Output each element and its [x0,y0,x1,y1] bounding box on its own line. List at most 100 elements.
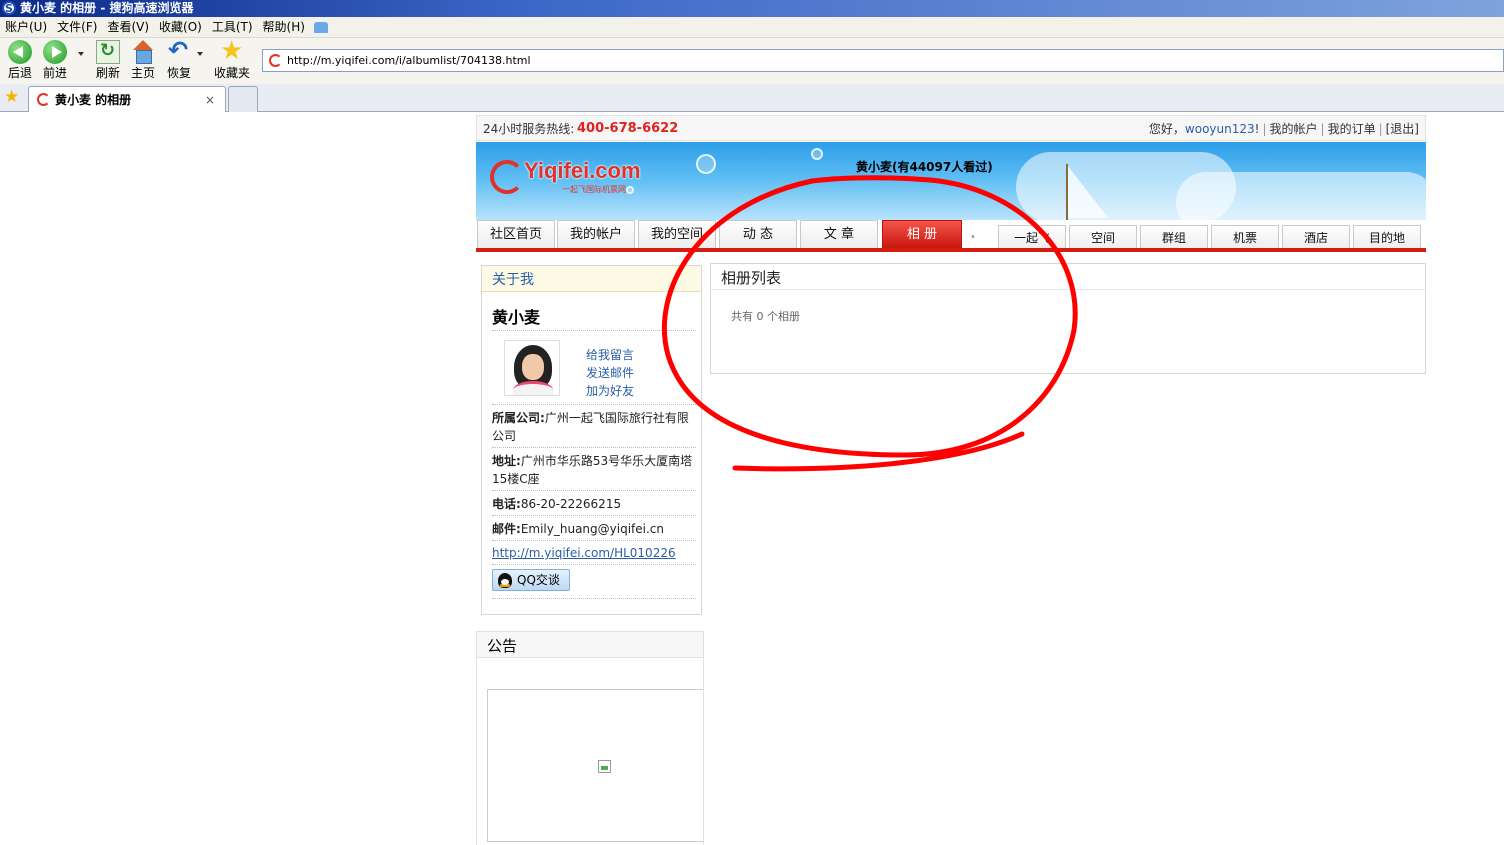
home-label: 主页 [130,66,155,80]
nav-destinations[interactable]: 目的地 [1353,225,1421,248]
nav-red-bar [476,248,1426,252]
window-titlebar: 黄小麦 的相册 - 搜狗高速浏览器 [0,0,1504,17]
web-page: 24小时服务热线: 400-678-6622 您好，wooyun123! | 我的帐… [476,115,1426,845]
back-button[interactable]: 后退 [6,40,34,80]
menu-account[interactable]: 账户(U) [0,17,52,38]
divider [492,330,696,331]
nav-albums[interactable]: 相 册 [882,220,962,248]
site-banner: Yiqifei.com 一起飞国际机票网 黄小麦(有44097人看过) [476,142,1426,220]
undo-icon [167,36,191,64]
space-title: 黄小麦(有44097人看过) [856,160,993,174]
qq-penguin-icon [498,573,512,588]
new-tab-button[interactable] [228,86,258,112]
album-list-panel: 相册列表 共有 0 个相册 [710,263,1426,374]
nav-community-home[interactable]: 社区首页 [477,220,555,248]
top-info-bar: 24小时服务热线: 400-678-6622 您好，wooyun123! | 我的帐… [476,115,1426,141]
divider [492,404,696,405]
avatar-face [522,354,544,380]
nav-my-account[interactable]: 我的帐户 [557,220,635,248]
broken-image-icon [598,760,611,773]
address-label: 地址: [492,454,521,468]
divider [492,564,696,565]
banner-bubble [626,186,634,194]
refresh-button[interactable]: 刷新 [94,40,122,80]
nav-activity[interactable]: 动 态 [719,220,797,248]
tab-favicon-icon [37,93,50,106]
qq-chat-button[interactable]: QQ交谈 [492,569,570,591]
banner-bubble [811,148,823,160]
skin-icon[interactable] [313,22,328,33]
site-favicon-icon [269,54,282,67]
nav-my-space[interactable]: 我的空间 [638,220,716,248]
back-arrow-icon [8,40,32,64]
phone-info: 电话:86-20-22266215 [492,495,698,513]
tab-close-icon[interactable]: × [205,87,215,113]
home-icon [131,40,155,64]
url-text[interactable]: http://m.yiqifei.com/i/albumlist/704138.… [287,50,531,71]
notice-panel: 公告 [476,631,704,845]
sogou-browser-icon [2,0,16,17]
forward-dropdown-icon[interactable] [78,52,84,56]
refresh-label: 刷新 [95,66,120,80]
logo-subtitle: 一起飞国际机票网 [562,185,626,194]
favorites-button[interactable]: 收藏夹 [212,36,252,80]
address-bar[interactable]: http://m.yiqifei.com/i/albumlist/704138.… [262,49,1504,72]
home-button[interactable]: 主页 [129,40,157,80]
add-friend-link[interactable]: 加为好友 [586,382,634,400]
forward-label: 前进 [42,66,67,80]
my-orders-link[interactable]: 我的订单 [1328,122,1376,136]
favorites-star-icon[interactable]: ★ [4,88,19,106]
divider [492,598,696,599]
menu-bar: 账户(U) 文件(F) 查看(V) 收藏(O) 工具(T) 帮助(H) [0,17,1504,38]
leave-message-link[interactable]: 给我留言 [586,346,634,364]
qq-chat-label: QQ交谈 [517,573,560,587]
hotline-number: 400-678-6622 [577,121,679,136]
divider [492,515,696,516]
nav-separator: • [970,232,976,243]
nav-yiqifei[interactable]: 一起飞 [998,225,1066,248]
about-heading: 关于我 [482,266,701,292]
phone-value: 86-20-22266215 [520,497,622,511]
yiqifei-logo-icon [490,160,524,194]
nav-space[interactable]: 空间 [1069,225,1137,248]
username-link[interactable]: wooyun123 [1185,122,1255,136]
my-account-link[interactable]: 我的帐户 [1270,122,1318,136]
nav-articles[interactable]: 文 章 [800,220,878,248]
nav-flights[interactable]: 机票 [1211,225,1279,248]
restore-dropdown-icon[interactable] [197,52,203,56]
forward-button[interactable]: 前进 [41,40,69,80]
nav-hotels[interactable]: 酒店 [1282,225,1350,248]
banner-bubble [696,154,716,174]
email-value: Emily_huang@yiqifei.cn [520,522,664,536]
refresh-icon [96,40,120,64]
menu-view[interactable]: 查看(V) [102,17,154,38]
boat-sail [1068,166,1108,218]
back-label: 后退 [7,66,32,80]
menu-file[interactable]: 文件(F) [52,17,102,38]
divider [492,490,696,491]
menu-tools[interactable]: 工具(T) [207,17,258,38]
hotline-label: 24小时服务热线: [483,122,575,136]
notice-heading: 公告 [477,632,703,658]
restore-button[interactable]: 恢复 [165,36,193,80]
menu-help[interactable]: 帮助(H) [258,17,310,38]
avatar-shirt [513,381,553,395]
tab-album[interactable]: 黄小麦 的相册 × [28,86,226,112]
profile-url-link[interactable]: http://m.yiqifei.com/HL010226 [492,546,676,560]
window-title: 黄小麦 的相册 - 搜狗高速浏览器 [20,1,194,15]
tab-title: 黄小麦 的相册 [55,93,132,107]
greeting-suffix: ! [1254,122,1260,136]
email-info: 邮件:Emily_huang@yiqifei.cn [492,520,698,538]
menu-favorites[interactable]: 收藏(O) [154,17,207,38]
profile-actions: 给我留言 发送邮件 加为好友 [586,346,634,400]
nav-groups[interactable]: 群组 [1140,225,1208,248]
phone-label: 电话: [492,497,521,511]
forward-arrow-icon [43,40,67,64]
favorites-label: 收藏夹 [213,66,250,80]
logout-link[interactable]: [退出] [1386,122,1419,136]
restore-label: 恢复 [166,66,191,80]
divider [492,447,696,448]
avatar[interactable] [504,340,560,396]
greeting-text: 您好， [1148,122,1185,136]
send-email-link[interactable]: 发送邮件 [586,364,634,382]
